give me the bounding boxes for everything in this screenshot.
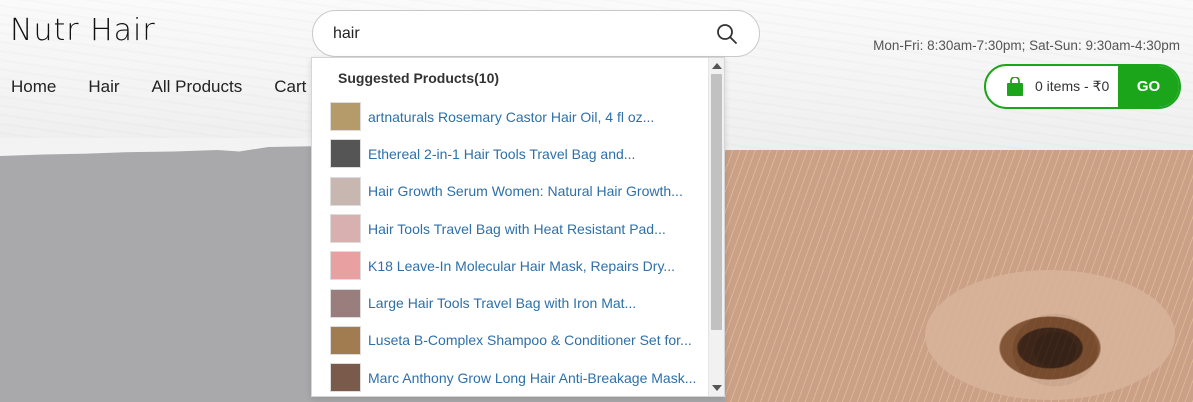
product-thumbnail xyxy=(330,251,361,281)
product-thumbnail xyxy=(330,214,361,244)
scroll-thumb[interactable] xyxy=(711,74,722,330)
cart-go-button[interactable]: GO xyxy=(1118,66,1179,107)
site-logo[interactable]: Nutr Hair xyxy=(10,13,156,48)
suggestion-label[interactable]: K18 Leave-In Molecular Hair Mask, Repair… xyxy=(368,258,675,274)
search-input[interactable] xyxy=(333,23,703,45)
suggestion-item[interactable]: Luseta B-Complex Shampoo & Conditioner S… xyxy=(330,322,708,359)
scroll-up-arrow-icon[interactable] xyxy=(712,63,722,69)
main-nav: Home Hair All Products Cart xyxy=(11,77,338,97)
search-box[interactable] xyxy=(312,10,760,57)
suggestion-item[interactable]: Ethereal 2-in-1 Hair Tools Travel Bag an… xyxy=(330,135,708,172)
nav-hair[interactable]: Hair xyxy=(88,77,119,97)
product-thumbnail xyxy=(330,176,361,206)
product-thumbnail xyxy=(330,288,361,318)
nav-home[interactable]: Home xyxy=(11,77,56,97)
suggestion-item[interactable]: Marc Anthony Grow Long Hair Anti-Breakag… xyxy=(330,359,708,396)
suggestion-label[interactable]: Marc Anthony Grow Long Hair Anti-Breakag… xyxy=(368,370,696,386)
cart-widget[interactable]: 0 items - ₹0 GO xyxy=(984,64,1181,109)
nav-all-products[interactable]: All Products xyxy=(152,77,243,97)
suggestions-list: artnaturals Rosemary Castor Hair Oil, 4 … xyxy=(330,98,708,396)
store-hours: Mon-Fri: 8:30am-7:30pm; Sat-Sun: 9:30am-… xyxy=(873,38,1180,53)
product-thumbnail xyxy=(330,139,361,169)
suggestion-label[interactable]: artnaturals Rosemary Castor Hair Oil, 4 … xyxy=(368,109,654,125)
suggestion-item[interactable]: K18 Leave-In Molecular Hair Mask, Repair… xyxy=(330,247,708,284)
suggestion-label[interactable]: Hair Growth Serum Women: Natural Hair Gr… xyxy=(368,183,683,199)
suggestion-item[interactable]: Hair Growth Serum Women: Natural Hair Gr… xyxy=(330,173,708,210)
scroll-down-arrow-icon[interactable] xyxy=(712,385,722,391)
suggestions-title: Suggested Products(10) xyxy=(338,70,500,86)
product-thumbnail xyxy=(330,325,361,355)
cart-summary: 0 items - ₹0 xyxy=(1035,78,1110,94)
search-suggestions-dropdown: Suggested Products(10) artnaturals Rosem… xyxy=(311,57,725,397)
suggestion-item[interactable]: Large Hair Tools Travel Bag with Iron Ma… xyxy=(330,284,708,321)
dropdown-scrollbar[interactable] xyxy=(708,58,724,396)
suggestion-label[interactable]: Ethereal 2-in-1 Hair Tools Travel Bag an… xyxy=(368,146,635,162)
suggestion-label[interactable]: Hair Tools Travel Bag with Heat Resistan… xyxy=(368,221,666,237)
suggestion-item[interactable]: Hair Tools Travel Bag with Heat Resistan… xyxy=(330,210,708,247)
suggestion-label[interactable]: Luseta B-Complex Shampoo & Conditioner S… xyxy=(368,332,692,348)
suggestion-label[interactable]: Large Hair Tools Travel Bag with Iron Ma… xyxy=(368,295,636,311)
shopping-bag-icon xyxy=(1007,76,1023,96)
product-thumbnail xyxy=(330,363,361,393)
suggestion-item[interactable]: artnaturals Rosemary Castor Hair Oil, 4 … xyxy=(330,98,708,135)
product-thumbnail xyxy=(330,102,361,132)
search-icon[interactable] xyxy=(715,22,739,46)
nav-cart[interactable]: Cart xyxy=(274,77,306,97)
hero-image xyxy=(725,150,1193,402)
